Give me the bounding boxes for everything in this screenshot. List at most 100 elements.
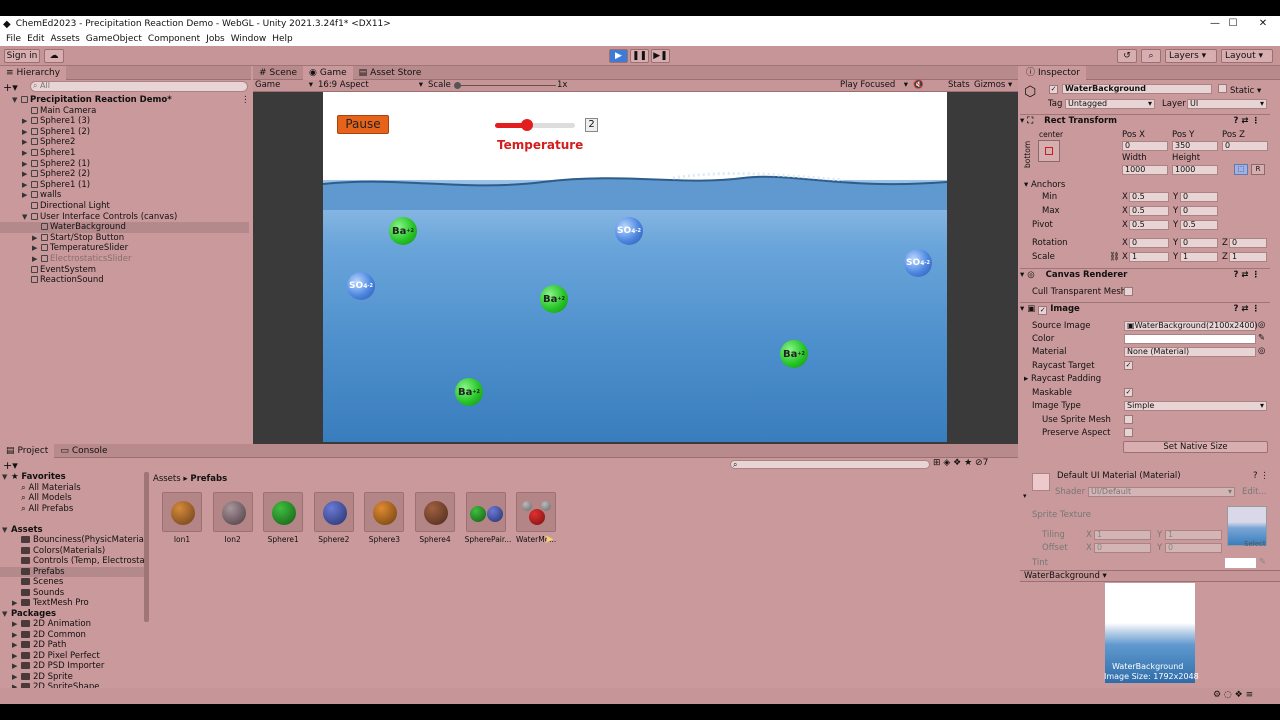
object-picker-icon[interactable]: ◎: [1258, 320, 1265, 330]
assets-section[interactable]: ▼ Assets: [0, 525, 144, 536]
anchor-max-y-input[interactable]: 0: [1180, 206, 1218, 216]
temperature-slider-thumb[interactable]: [521, 119, 533, 131]
pos-x-input[interactable]: 0: [1122, 141, 1168, 151]
hierarchy-item[interactable]: ▶ Sphere2 (1): [0, 159, 90, 170]
scale-slider-thumb[interactable]: [454, 82, 461, 89]
collapsed-arrow-icon[interactable]: ▶: [32, 254, 41, 265]
prefab-asset[interactable]: Sphere2: [313, 492, 355, 544]
anchors-label[interactable]: ▾ Anchors: [1024, 180, 1065, 190]
pause-editor-button[interactable]: ❚❚: [630, 49, 649, 63]
menu-window[interactable]: Window: [231, 34, 267, 44]
hierarchy-item[interactable]: ▼ User Interface Controls (canvas): [0, 212, 177, 223]
raycast-target-checkbox[interactable]: ✓: [1124, 361, 1133, 370]
collapsed-arrow-icon[interactable]: ▶: [22, 137, 31, 148]
collapsed-arrow-icon[interactable]: ▶: [22, 159, 31, 170]
collapsed-arrow-icon[interactable]: ▶: [12, 640, 21, 651]
image-type-dropdown[interactable]: Simple ▾: [1124, 401, 1267, 411]
package-folder[interactable]: ▶ 2D Animation: [0, 619, 144, 630]
menu-help[interactable]: Help: [272, 34, 293, 44]
prefab-asset[interactable]: Ion2: [212, 492, 254, 544]
material-menu-icon[interactable]: ? ⋮: [1253, 471, 1269, 481]
hierarchy-item[interactable]: ▼ Precipitation Reaction Demo* ⋮: [0, 95, 250, 106]
asset-folder[interactable]: Controls (Temp, Electrostatic: [0, 556, 146, 567]
prefab-asset[interactable]: Sphere3: [363, 492, 405, 544]
hierarchy-item[interactable]: ▶ Sphere1 (1): [0, 180, 90, 191]
layer-dropdown[interactable]: UI ▾: [1187, 99, 1267, 109]
material-field[interactable]: None (Material): [1124, 347, 1256, 357]
hierarchy-item[interactable]: ▶ walls: [0, 190, 61, 201]
scale-z-input[interactable]: 1: [1229, 252, 1267, 262]
rotation-y-input[interactable]: 0: [1180, 238, 1218, 248]
expanded-arrow-icon[interactable]: ▼: [2, 609, 11, 620]
asset-folder[interactable]: Colors(Materials): [0, 546, 144, 557]
close-button[interactable]: ✕: [1243, 16, 1280, 32]
preserve-aspect-checkbox[interactable]: [1124, 428, 1133, 437]
collapsed-arrow-icon[interactable]: ▶: [22, 180, 31, 191]
pause-button[interactable]: Pause: [337, 115, 389, 134]
raycast-padding-label[interactable]: ▸ Raycast Padding: [1024, 374, 1101, 384]
history-icon[interactable]: ↺: [1117, 49, 1137, 63]
gizmos-dropdown[interactable]: Gizmos ▾: [974, 80, 1012, 90]
expanded-arrow-icon[interactable]: ▼: [12, 95, 21, 106]
hierarchy-item[interactable]: ▶ Sphere1: [0, 148, 75, 159]
hierarchy-search-input[interactable]: ⌕ All: [30, 81, 248, 92]
anchor-presets-button[interactable]: [1038, 140, 1060, 162]
hierarchy-item[interactable]: Directional Light: [0, 201, 110, 212]
play-focused-dropdown[interactable]: Play Focused ▾: [840, 80, 908, 90]
rotation-z-input[interactable]: 0: [1229, 238, 1267, 248]
prefab-asset[interactable]: Sphere4: [414, 492, 456, 544]
layers-dropdown[interactable]: Layers ▾: [1165, 49, 1217, 63]
game-canvas[interactable]: Pause 2 Temperature Ba +2 SO 4 -2 SO 4 -2 SO 4 -2 B…: [323, 92, 947, 442]
shader-dropdown[interactable]: UI/Default ▾: [1088, 487, 1235, 497]
anchor-max-x-input[interactable]: 0.5: [1129, 206, 1169, 216]
rect-transform-header[interactable]: ▾ ⛶ Rect Transform ? ⇄ ⋮: [1020, 114, 1270, 128]
collapsed-arrow-icon[interactable]: ▶: [32, 233, 41, 244]
edit-shader-button[interactable]: Edit...: [1242, 487, 1267, 497]
layout-dropdown[interactable]: Layout ▾: [1221, 49, 1273, 63]
expanded-arrow-icon[interactable]: ▼: [22, 212, 31, 223]
scale-y-input[interactable]: 1: [1180, 252, 1218, 262]
hierarchy-item[interactable]: WaterBackground: [0, 222, 249, 233]
tab-game[interactable]: ◉ Game: [303, 65, 353, 80]
image-enabled-checkbox[interactable]: ✓: [1038, 306, 1048, 315]
expanded-arrow-icon[interactable]: ▼: [2, 525, 11, 536]
canvas-renderer-header[interactable]: ▾ ◎ Canvas Renderer ? ⇄ ⋮: [1020, 268, 1270, 282]
status-icons[interactable]: ⚙ ◌ ❖ ≡: [1213, 690, 1253, 700]
favorite-item[interactable]: ⌕ All Prefabs: [0, 504, 144, 515]
menu-assets[interactable]: Assets: [51, 34, 80, 44]
pivot-x-input[interactable]: 0.5: [1129, 220, 1169, 230]
hierarchy-item[interactable]: ▶ ElectrostaticsSlider: [0, 254, 131, 265]
create-asset-button[interactable]: +▾: [3, 459, 18, 472]
hierarchy-item[interactable]: ▶ TemperatureSlider: [0, 243, 128, 254]
scale-slider[interactable]: [456, 85, 556, 86]
display-dropdown[interactable]: Game ▾: [255, 80, 313, 90]
breadcrumb-prefabs[interactable]: Prefabs: [190, 474, 227, 484]
collapsed-arrow-icon[interactable]: ▶: [12, 651, 21, 662]
hierarchy-item[interactable]: ▶ Sphere1 (2): [0, 127, 90, 138]
project-filter-icons[interactable]: ⊞ ◈ ❖ ★ ⊘7: [933, 458, 988, 468]
color-swatch[interactable]: [1124, 334, 1256, 344]
collapsed-arrow-icon[interactable]: ▶: [12, 672, 21, 683]
eyedropper-icon[interactable]: ✎: [1258, 333, 1265, 343]
package-folder[interactable]: ▶ 2D Pixel Perfect: [0, 651, 144, 662]
cull-transparent-checkbox[interactable]: [1124, 287, 1133, 296]
aspect-dropdown[interactable]: 16:9 Aspect ▾: [318, 80, 423, 90]
component-menu-icon[interactable]: ? ⇄ ⋮: [1234, 269, 1260, 282]
collapsed-arrow-icon[interactable]: ▶: [12, 630, 21, 641]
packages-section[interactable]: ▼ Packages: [0, 609, 144, 620]
package-folder[interactable]: ▶ 2D Sprite: [0, 672, 144, 683]
collapsed-arrow-icon[interactable]: ▶: [22, 116, 31, 127]
prefab-asset[interactable]: SpherePair...: [465, 492, 511, 544]
collapsed-arrow-icon[interactable]: ▶: [12, 661, 21, 672]
sign-in-button[interactable]: Sign in: [4, 49, 40, 63]
scene-menu-icon[interactable]: ⋮: [241, 95, 250, 106]
pos-z-input[interactable]: 0: [1222, 141, 1268, 151]
hierarchy-item[interactable]: ▶ Start/Stop Button: [0, 233, 124, 244]
image-component-header[interactable]: ▾ ▣ ✓ Image ? ⇄ ⋮: [1020, 302, 1270, 316]
package-folder[interactable]: ▶ 2D Common: [0, 630, 144, 641]
tab-inspector[interactable]: ⓘ Inspector: [1020, 65, 1086, 80]
asset-folder[interactable]: Prefabs: [0, 566, 144, 577]
menu-edit[interactable]: Edit: [27, 34, 44, 44]
asset-folder[interactable]: Scenes: [0, 577, 144, 588]
static-checkbox-label[interactable]: Static ▾: [1218, 84, 1261, 96]
